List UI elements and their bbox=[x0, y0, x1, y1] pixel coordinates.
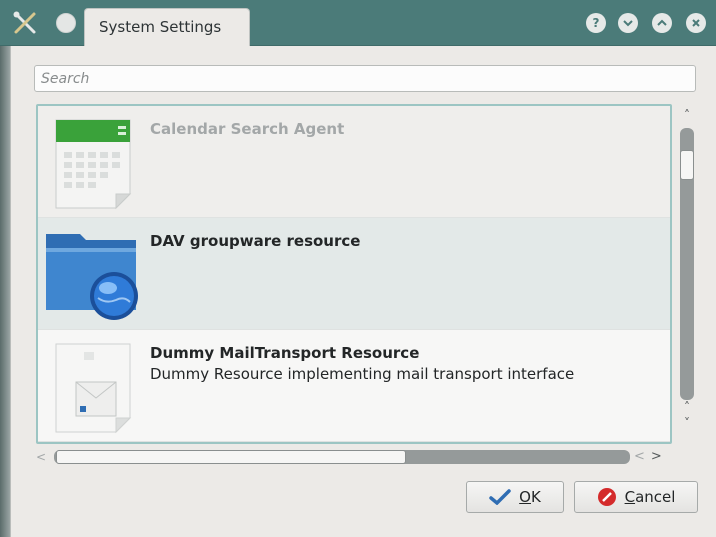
list-item[interactable]: DAV groupware resource bbox=[38, 218, 670, 330]
ok-label: OK bbox=[519, 488, 541, 506]
window-edge bbox=[0, 46, 10, 537]
calendar-icon bbox=[46, 114, 142, 210]
ok-button[interactable]: OK bbox=[466, 481, 564, 513]
item-name: Dummy MailTransport Resource bbox=[150, 344, 420, 362]
item-description: Dummy Resource implementing mail transpo… bbox=[150, 365, 575, 383]
minimize-icon[interactable] bbox=[618, 13, 638, 33]
close-icon[interactable] bbox=[686, 13, 706, 33]
chevron-up-icon[interactable]: ˄ bbox=[679, 108, 695, 122]
mail-document-icon bbox=[46, 338, 142, 434]
item-name: DAV groupware resource bbox=[150, 232, 361, 250]
item-name: Calendar Search Agent bbox=[150, 120, 345, 138]
cancel-button[interactable]: Cancel bbox=[574, 481, 698, 513]
vertical-scroll-handle[interactable] bbox=[680, 150, 694, 180]
list-item[interactable]: Calendar Search Agent bbox=[38, 106, 670, 218]
chevron-left-icon[interactable]: < bbox=[36, 450, 46, 464]
tools-icon[interactable] bbox=[12, 10, 38, 36]
list-item[interactable]: Dummy MailTransport Resource Dummy Resou… bbox=[38, 330, 670, 442]
horizontal-scroll-handle[interactable] bbox=[56, 450, 406, 464]
chevron-up-icon[interactable]: ˄ bbox=[679, 400, 695, 414]
search-input[interactable] bbox=[34, 65, 696, 92]
maximize-icon[interactable] bbox=[652, 13, 672, 33]
horizontal-scroll-arrows: <> bbox=[634, 449, 668, 464]
chevron-left-icon[interactable]: < bbox=[634, 449, 651, 464]
chevron-right-icon[interactable]: > bbox=[651, 449, 668, 464]
cancel-label: Cancel bbox=[624, 488, 676, 506]
checkmark-icon bbox=[489, 489, 511, 505]
chevron-down-icon[interactable]: ˅ bbox=[679, 416, 695, 430]
title-bar: System Settings ? bbox=[0, 0, 716, 46]
cancel-icon bbox=[597, 488, 616, 506]
resource-list[interactable]: Calendar Search Agent DAV groupware reso… bbox=[36, 104, 672, 444]
window-title: System Settings bbox=[84, 8, 250, 46]
help-icon[interactable]: ? bbox=[586, 13, 606, 33]
network-folder-icon bbox=[46, 226, 142, 322]
window-menu-icon[interactable] bbox=[56, 13, 76, 33]
